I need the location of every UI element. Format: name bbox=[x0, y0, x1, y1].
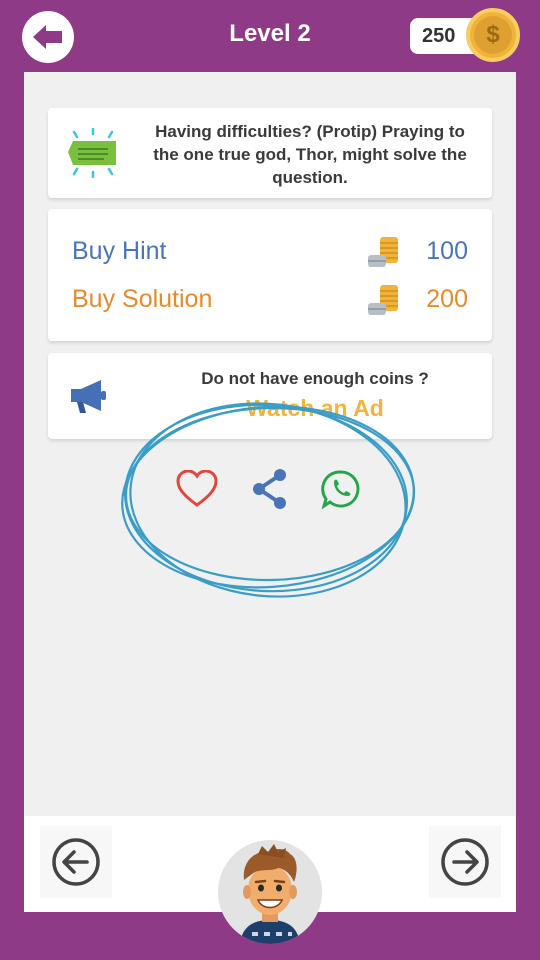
heart-icon bbox=[176, 470, 218, 507]
megaphone-icon bbox=[71, 380, 106, 413]
coin-symbol: $ bbox=[474, 16, 512, 54]
tip-ticket-icon bbox=[68, 128, 116, 178]
character-avatar-icon bbox=[240, 844, 300, 944]
share-button[interactable] bbox=[247, 466, 293, 512]
whatsapp-icon bbox=[321, 470, 360, 509]
social-row bbox=[24, 466, 516, 512]
prev-button[interactable] bbox=[40, 826, 112, 898]
coin-icon[interactable]: $ bbox=[466, 8, 520, 62]
coin-stack-icon bbox=[368, 285, 398, 315]
arrow-right-icon bbox=[441, 838, 489, 886]
buy-solution-price: 200 bbox=[426, 284, 468, 313]
buy-solution-row[interactable]: Buy Solution 200 bbox=[72, 279, 468, 319]
ad-question: Do not have enough coins ? bbox=[201, 369, 429, 388]
buy-hint-label[interactable]: Buy Hint bbox=[72, 237, 366, 266]
share-icon bbox=[253, 469, 286, 509]
tip-text: Having difficulties? (Protip) Praying to… bbox=[153, 122, 467, 187]
avatar[interactable] bbox=[218, 840, 322, 944]
tip-card: Having difficulties? (Protip) Praying to… bbox=[48, 108, 492, 198]
main-panel: Having difficulties? (Protip) Praying to… bbox=[24, 72, 516, 944]
buy-hint-row[interactable]: Buy Hint 100 bbox=[72, 231, 468, 271]
arrow-left-icon bbox=[52, 838, 100, 886]
buy-solution-label[interactable]: Buy Solution bbox=[72, 285, 366, 314]
next-button[interactable] bbox=[429, 826, 501, 898]
coin-stack-icon bbox=[368, 237, 398, 267]
top-bar: Level 2 250 $ bbox=[0, 0, 540, 72]
like-button[interactable] bbox=[174, 466, 220, 512]
buy-hint-price: 100 bbox=[426, 236, 468, 265]
buy-card: Buy Hint 100 Buy Solution 200 bbox=[48, 209, 492, 341]
whatsapp-button[interactable] bbox=[318, 466, 364, 512]
